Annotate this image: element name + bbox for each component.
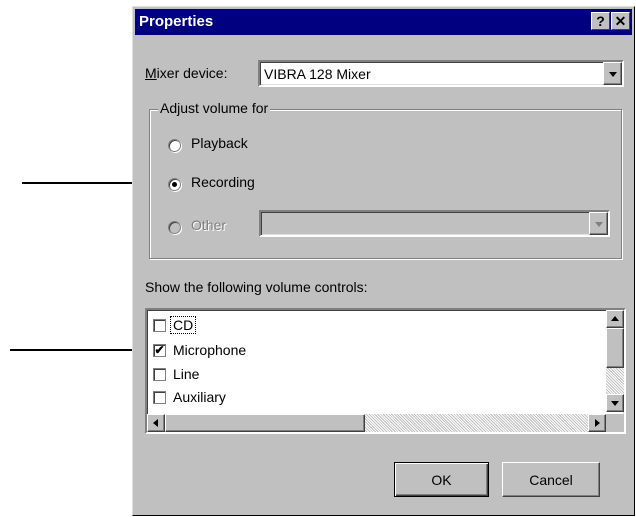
horizontal-scroll-track[interactable] [365,414,588,432]
list-item-cd[interactable]: CD [153,315,593,337]
other-label[interactable]: Other [191,217,226,233]
dialog-title: Properties [139,13,214,30]
scroll-left-icon [153,419,158,427]
playback-radio[interactable] [168,139,181,152]
recording-radio[interactable] [168,178,181,191]
scroll-right-icon [595,419,600,427]
mixer-device-dropdown-button[interactable] [603,62,622,85]
scroll-up-button[interactable] [606,310,624,328]
help-button[interactable]: ? [591,12,610,30]
line-checkbox[interactable] [153,368,166,381]
auxiliary-label[interactable]: Auxiliary [173,389,226,405]
list-item-line[interactable]: Line [153,365,593,387]
cd-checkbox[interactable] [153,319,166,332]
vertical-scroll-thumb[interactable] [606,328,624,368]
title-bar[interactable]: Properties ? ✕ [135,9,632,35]
checkmark-icon: ✔ [154,343,165,357]
close-button[interactable]: ✕ [611,12,630,30]
microphone-checkbox[interactable]: ✔ [153,344,166,357]
scroll-down-icon [611,401,619,406]
ok-button[interactable]: OK [394,462,489,497]
other-device-select[interactable] [259,210,610,237]
radio-selected-dot [172,182,177,187]
scrollbar-corner [606,414,624,432]
help-icon: ? [596,13,605,29]
cd-label[interactable]: CD [170,316,197,334]
close-icon: ✕ [614,13,627,29]
auxiliary-checkbox[interactable] [153,391,166,404]
mixer-device-select[interactable]: VIBRA 128 Mixer [258,60,624,87]
playback-label[interactable]: Playback [191,135,248,151]
other-device-dropdown-button[interactable] [589,212,608,235]
mixer-device-label-accel: M [145,65,157,81]
volume-controls-list[interactable]: CD ✔ Microphone Line Auxiliary [145,308,626,434]
mixer-device-label: Mixer device: [145,65,227,81]
cancel-button[interactable]: Cancel [502,462,600,497]
chevron-down-icon [594,221,603,227]
chevron-down-icon [608,71,617,77]
horizontal-scrollbar[interactable] [147,414,606,432]
other-radio[interactable] [168,221,181,234]
annotation-arrow-microphone [10,343,148,357]
mixer-device-label-rest: ixer device: [156,65,228,81]
scroll-up-icon [611,316,619,321]
list-item-microphone[interactable]: ✔ Microphone [153,341,593,363]
scroll-left-button[interactable] [147,414,165,432]
scroll-right-button[interactable] [588,414,606,432]
microphone-label[interactable]: Microphone [173,342,246,358]
cancel-button-label: Cancel [529,472,573,488]
adjust-volume-legend: Adjust volume for [158,100,271,116]
volume-controls-label: Show the following volume controls: [145,279,368,295]
recording-label[interactable]: Recording [191,174,255,190]
mixer-device-value: VIBRA 128 Mixer [264,66,371,82]
list-item-auxiliary[interactable]: Auxiliary [153,388,593,410]
properties-dialog: Properties ? ✕ Mixer device: VIBRA 128 M… [132,6,635,516]
vertical-scroll-track[interactable] [606,368,624,394]
line-label[interactable]: Line [173,366,199,382]
scroll-down-button[interactable] [606,394,624,412]
ok-button-label: OK [431,472,452,488]
horizontal-scroll-thumb[interactable] [165,414,365,432]
vertical-scrollbar[interactable] [606,310,624,412]
